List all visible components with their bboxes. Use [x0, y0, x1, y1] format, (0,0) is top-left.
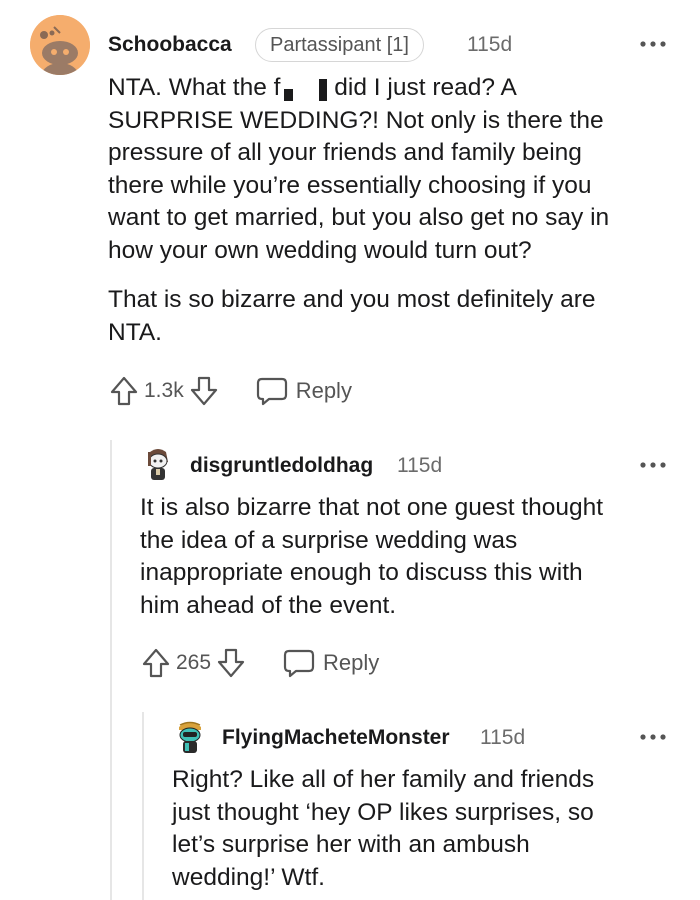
vote-row: 265 Reply: [142, 646, 379, 680]
comment-body: NTA. What the f did I just read? A SURPR…: [108, 72, 678, 349]
comment-line: just thought ‘hey OP likes surprises, so: [172, 798, 594, 826]
comment-line: him ahead of the event.: [140, 591, 397, 619]
more-dots-icon: [640, 462, 666, 468]
comment-line: wedding!’ Wtf.: [172, 863, 325, 891]
comment-line: NTA.: [108, 318, 162, 346]
comment-timestamp: 115d: [397, 454, 443, 477]
comment-line: there while you’re essentially choosing …: [108, 171, 592, 199]
reply-button[interactable]: Reply: [283, 648, 379, 678]
comment-username[interactable]: FlyingMacheteMonster: [222, 726, 450, 750]
comment-username[interactable]: disgruntledoldhag: [190, 454, 373, 478]
comment-timestamp: 115d: [480, 726, 526, 749]
comment-line: pressure of all your friends and family …: [108, 139, 582, 166]
vote-row: 1.3k Reply: [110, 374, 352, 408]
comment-body: It is also bizarre that not one guest th…: [140, 492, 685, 622]
comment-username[interactable]: Schoobacca: [108, 33, 232, 57]
speech-bubble-icon: [256, 377, 287, 406]
snoo-avatar-icon: [179, 721, 201, 753]
thread-line[interactable]: [142, 712, 144, 900]
reply-label: Reply: [323, 650, 380, 675]
comment-line: want to get married, but you also get no…: [108, 204, 610, 231]
comment-line: NTA. What the f: [108, 74, 281, 101]
comment-timestamp: 115d: [467, 33, 513, 56]
comment-line: Right? Like all of her family and friend…: [172, 766, 595, 793]
comment-line: It is also bizarre that not one guest th…: [140, 494, 604, 521]
more-options-button[interactable]: [640, 36, 666, 54]
comment-paragraph: That is so bizarre and you most definite…: [108, 284, 678, 349]
snoo-avatar-icon: [148, 449, 168, 480]
more-options-button[interactable]: [640, 729, 666, 747]
snoo-avatar-icon: [30, 15, 90, 75]
comment-line: let’s surprise her with an ambush: [172, 831, 530, 858]
more-dots-icon: [640, 41, 666, 47]
comment-line: inappropriate enough to discuss this wit…: [140, 559, 583, 586]
more-options-button[interactable]: [640, 457, 666, 475]
reply-label: Reply: [295, 378, 352, 403]
more-dots-icon: [640, 734, 666, 740]
user-flair: Partassipant [1]: [255, 28, 424, 62]
reply-button[interactable]: Reply: [256, 376, 352, 406]
comment-line: That is so bizarre and you most definite…: [108, 286, 596, 313]
vote-count: 1.3k: [144, 379, 184, 402]
comment-paragraph: It is also bizarre that not one guest th…: [140, 492, 685, 622]
thread-line[interactable]: [110, 440, 112, 900]
avatar[interactable]: [30, 15, 90, 75]
comment-body: Right? Like all of her family and friend…: [172, 764, 687, 894]
comment-paragraph: NTA. What the f did I just read? A SURPR…: [108, 72, 678, 267]
comment-line: SURPRISE WEDDING?! Not only is there the: [108, 106, 604, 134]
downvote-icon[interactable]: [217, 648, 245, 678]
comment-line: how your own wedding would turn out?: [108, 236, 532, 264]
vote-count: 265: [176, 651, 212, 674]
avatar[interactable]: [142, 446, 174, 484]
speech-bubble-icon: [283, 649, 315, 678]
censor-mark: [284, 89, 294, 101]
downvote-icon[interactable]: [190, 376, 218, 406]
avatar[interactable]: [174, 718, 206, 756]
upvote-icon[interactable]: [142, 648, 170, 678]
comment-line: did I just read? A: [327, 74, 517, 101]
comment-paragraph: Right? Like all of her family and friend…: [172, 764, 687, 894]
comment-line: the idea of a surprise wedding was: [140, 526, 518, 554]
upvote-icon[interactable]: [110, 376, 138, 406]
